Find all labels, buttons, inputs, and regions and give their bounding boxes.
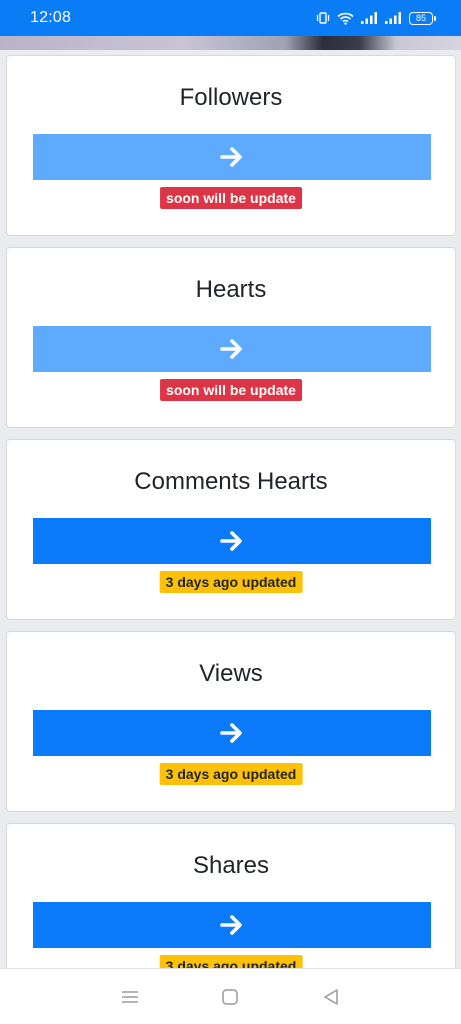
service-card-comments-hearts: Comments Hearts 3 days ago updated [6,439,456,620]
arrow-right-icon [219,528,245,554]
status-badge: 3 days ago updated [159,763,303,785]
arrow-right-icon [219,144,245,170]
battery-icon: 85 [409,11,436,25]
card-title: Shares [192,852,270,879]
card-title: Views [199,660,263,687]
hearts-go-button[interactable] [33,326,431,372]
status-badge: 3 days ago updated [159,571,303,593]
system-nav-bar [0,968,461,1024]
status-bar: 12:08 85 [0,0,461,36]
menu-icon[interactable] [121,989,139,1005]
status-time: 12:08 [30,9,72,26]
vibrate-icon [316,11,330,25]
comments-hearts-go-button[interactable] [33,518,431,564]
home-icon[interactable] [221,988,239,1006]
card-title: Comments Hearts [134,468,328,495]
services-list: Followers soon will be update Hearts soo… [0,50,461,968]
status-badge: 3 days ago updated [159,955,303,968]
wifi-icon [337,12,354,25]
followers-go-button[interactable] [33,134,431,180]
service-card-hearts: Hearts soon will be update [6,247,456,428]
status-icons: 85 [316,11,436,25]
arrow-right-icon [219,336,245,362]
status-badge: soon will be update [160,187,302,209]
views-go-button[interactable] [33,710,431,756]
card-title: Hearts [195,276,267,303]
service-card-shares: Shares 3 days ago updated [6,823,456,968]
arrow-right-icon [219,720,245,746]
card-title: Followers [179,84,283,111]
status-badge: soon will be update [160,379,302,401]
service-card-views: Views 3 days ago updated [6,631,456,812]
arrow-right-icon [219,912,245,938]
banner-image [0,36,461,50]
back-icon[interactable] [322,988,340,1006]
shares-go-button[interactable] [33,902,431,948]
signal-icon [361,12,378,24]
service-card-followers: Followers soon will be update [6,55,456,236]
signal-icon [385,12,402,24]
